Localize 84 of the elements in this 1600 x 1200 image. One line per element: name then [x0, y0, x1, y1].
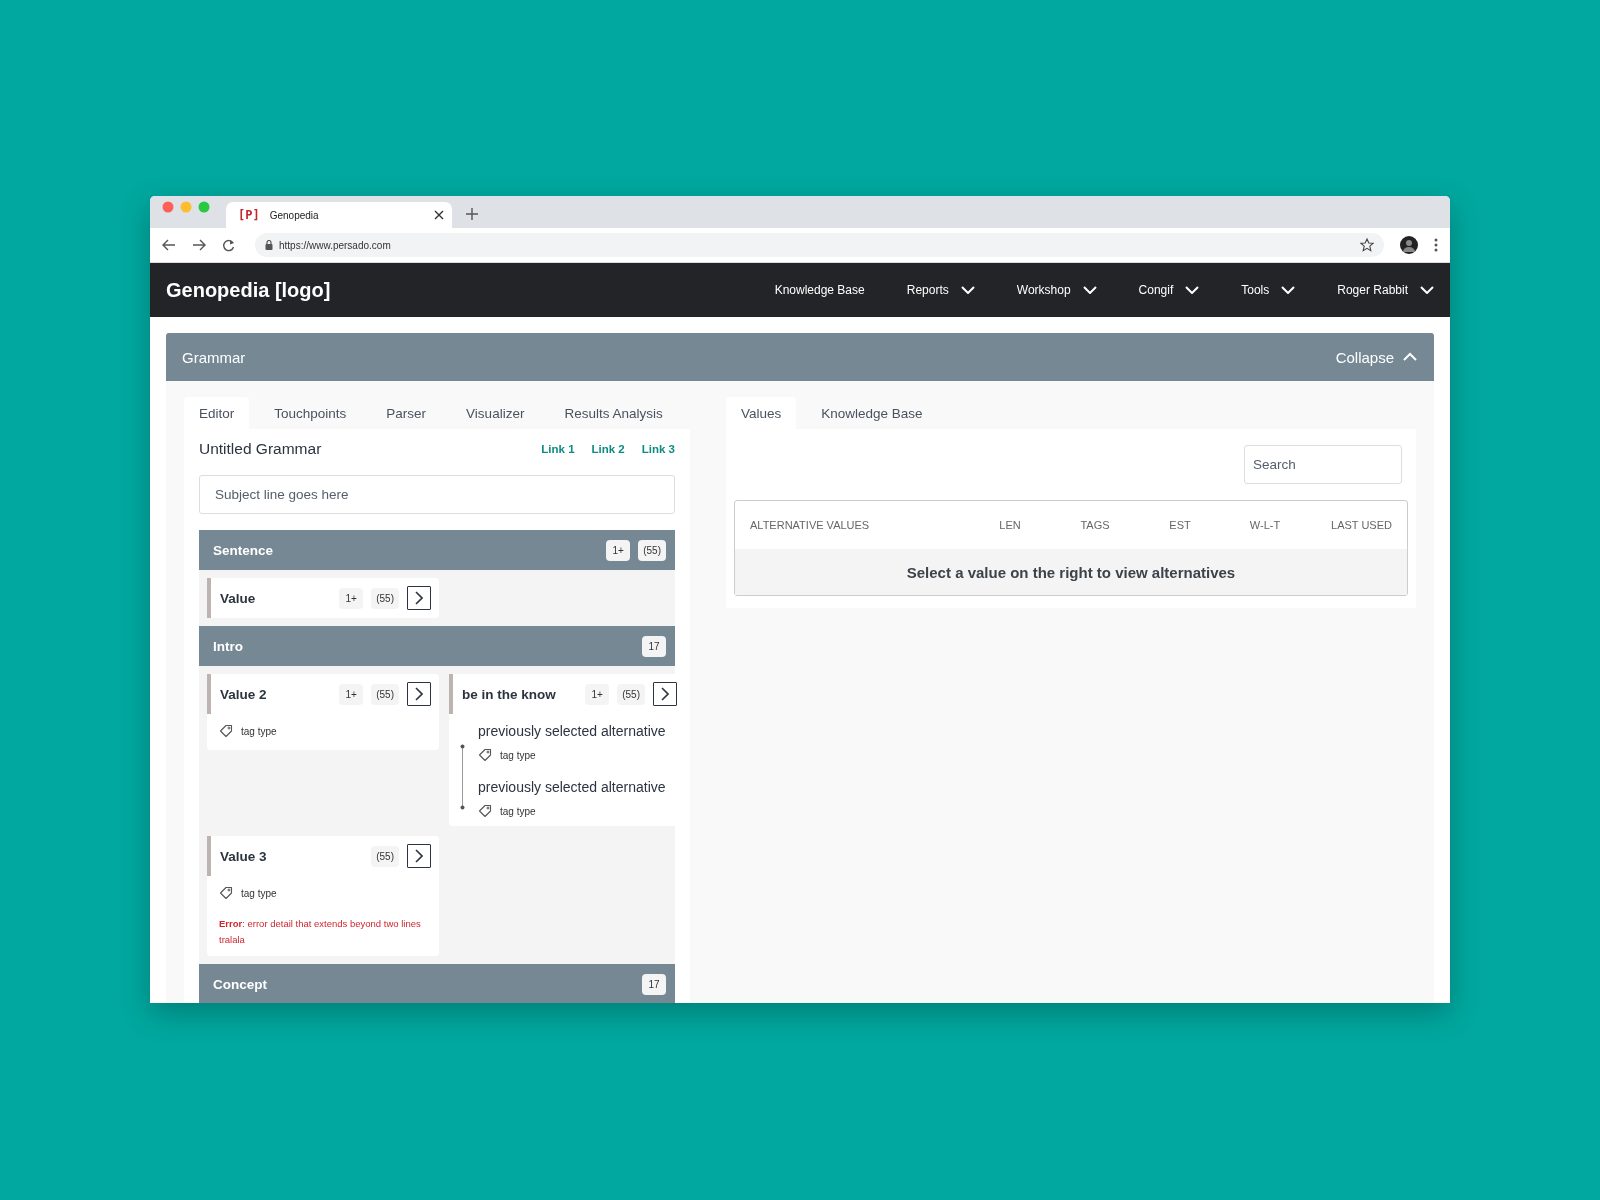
count-badge: 17 [642, 973, 666, 995]
back-icon[interactable] [162, 239, 176, 251]
link[interactable]: Link 1 [541, 443, 575, 455]
address-field[interactable]: https://www.persado.com [255, 233, 1384, 257]
column-header[interactable]: TAGS [1050, 519, 1140, 531]
tag-label: tag type [500, 749, 536, 761]
tab[interactable]: Knowledge Base [806, 397, 938, 429]
section-header[interactable]: Sentence 1+ (55) [199, 530, 675, 570]
link[interactable]: Link 2 [591, 443, 625, 455]
section-header[interactable]: Concept 17 [199, 964, 675, 1003]
subject-field[interactable]: Subject line goes here [199, 475, 675, 514]
timeline-line [460, 744, 465, 810]
tab[interactable]: Parser [371, 397, 442, 429]
tab[interactable]: Visualizer [451, 397, 540, 429]
collapse-button[interactable]: Collapse [1335, 348, 1418, 366]
tag-icon [478, 804, 492, 818]
alternative-text[interactable]: previously selected alternative [478, 779, 666, 795]
value-title: Value [220, 590, 256, 606]
browser-tab[interactable]: [P] Genopedia [226, 202, 452, 228]
lock-icon [265, 240, 273, 250]
column-header[interactable]: W-L-T [1220, 519, 1310, 531]
chevron-right-icon [415, 591, 423, 605]
count-badge: 17 [642, 635, 666, 657]
section-title: Sentence [213, 542, 274, 558]
count-badge: (55) [617, 683, 645, 705]
nav-menu-item[interactable]: Tools [1241, 283, 1296, 297]
search-field[interactable]: Search [1244, 445, 1402, 484]
column-header[interactable]: LEN [970, 519, 1050, 531]
reload-icon[interactable] [222, 238, 235, 252]
more-icon[interactable] [1434, 238, 1438, 252]
tab[interactable]: Editor [184, 397, 250, 429]
count-badge: (55) [638, 539, 666, 561]
column-header[interactable]: EST [1140, 519, 1220, 531]
plus-icon[interactable] [466, 208, 478, 220]
count-badge: (55) [371, 845, 399, 867]
section-title: Intro [213, 638, 243, 654]
link[interactable]: Link 3 [641, 443, 675, 455]
column-header[interactable]: ALTERNATIVE VALUES [750, 519, 970, 531]
tag-label: tag type [241, 887, 277, 899]
value-title: be in the know [462, 686, 556, 702]
section-header[interactable]: Intro 17 [199, 626, 675, 666]
tab[interactable]: Touchpoints [259, 397, 362, 429]
column-header[interactable]: LAST USED [1310, 519, 1392, 531]
grammar-title: Untitled Grammar [199, 440, 322, 458]
tag-label: tag type [500, 805, 536, 817]
chevron-right-icon [661, 687, 669, 701]
open-button[interactable] [407, 682, 431, 706]
avatar-icon[interactable] [1400, 236, 1418, 254]
count-badge: 1+ [585, 683, 610, 705]
tag-icon [219, 724, 233, 738]
star-icon[interactable] [1360, 238, 1374, 252]
tab-title: Genopedia [269, 209, 320, 221]
app-logo[interactable]: Genopedia [logo] [166, 278, 331, 302]
value-title: Value 3 [220, 848, 267, 864]
count-badge: 1+ [339, 683, 364, 705]
count-badge: 1+ [606, 539, 631, 561]
alternative-text[interactable]: previously selected alternative [478, 723, 666, 739]
section-title: Concept [213, 976, 267, 992]
close-icon[interactable] [434, 210, 444, 220]
count-badge: 1+ [339, 587, 364, 609]
nav-menu-item[interactable]: Knowledge Base [774, 283, 865, 297]
tag-icon [219, 886, 233, 900]
favicon: [P] [238, 208, 260, 222]
chevron-right-icon [415, 687, 423, 701]
chevron-right-icon [415, 849, 423, 863]
tag-label: tag type [241, 725, 277, 737]
forward-icon[interactable] [192, 239, 206, 251]
panel-title: Grammar [182, 348, 246, 366]
count-badge: (55) [371, 683, 399, 705]
empty-message: Select a value on the right to view alternatives [735, 549, 1407, 595]
open-button[interactable] [407, 844, 431, 868]
value-title: Value 2 [220, 686, 267, 702]
open-button[interactable] [653, 682, 677, 706]
nav-menu-item[interactable]: Roger Rabbit [1337, 283, 1434, 297]
open-button[interactable] [407, 586, 431, 610]
url-text: https://www.persado.com [279, 239, 391, 251]
nav-menu-item[interactable]: Congif [1138, 283, 1200, 297]
tab[interactable]: Results Analysis [549, 397, 678, 429]
count-badge: (55) [371, 587, 399, 609]
nav-menu-item[interactable]: Reports [906, 283, 975, 297]
tag-icon [478, 748, 492, 762]
tab[interactable]: Values [726, 397, 797, 429]
error-message: Error: error detail that extends beyond two lines tralala [218, 917, 422, 947]
nav-menu-item[interactable]: Workshop [1016, 283, 1097, 297]
